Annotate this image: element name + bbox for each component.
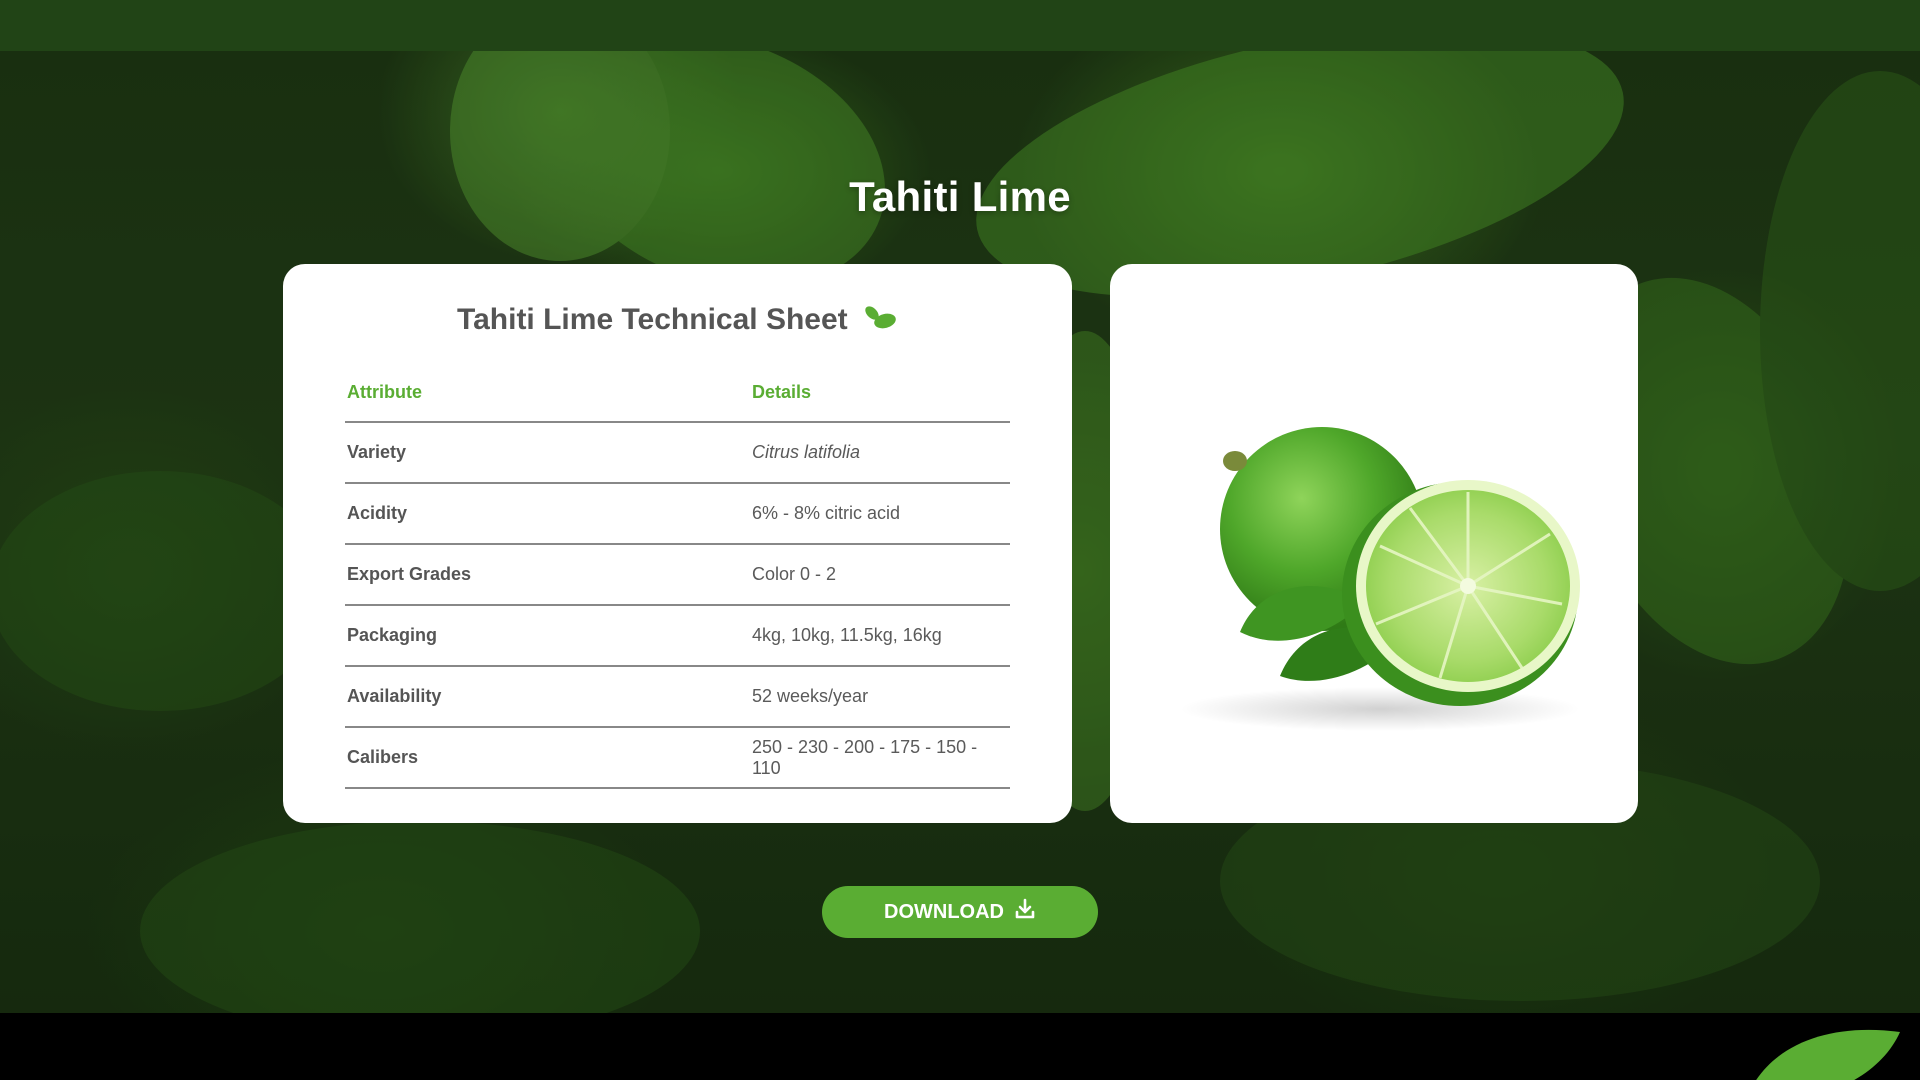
details-cell: 52 weeks/year	[750, 666, 1010, 728]
attribute-cell: Acidity	[345, 483, 750, 545]
spec-table: Attribute Details Variety Citrus latifol…	[345, 364, 1010, 789]
attribute-cell: Export Grades	[345, 544, 750, 606]
download-icon	[1014, 898, 1036, 926]
table-row: Calibers 250 - 230 - 200 - 175 - 150 - 1…	[345, 727, 1010, 789]
details-cell: Citrus latifolia	[750, 422, 1010, 484]
lime-image	[1180, 427, 1580, 731]
sheet-title-text: Tahiti Lime Technical Sheet	[457, 302, 848, 336]
details-cell: 6% - 8% citric acid	[750, 483, 1010, 545]
table-row: Packaging 4kg, 10kg, 11.5kg, 16kg	[345, 605, 1010, 667]
product-image-card	[1110, 264, 1638, 823]
footer	[0, 1013, 1920, 1080]
leaf-icon	[862, 302, 898, 340]
attribute-cell: Availability	[345, 666, 750, 728]
table-header-row: Attribute Details	[345, 364, 1010, 423]
details-cell: 4kg, 10kg, 11.5kg, 16kg	[750, 605, 1010, 667]
table-row: Acidity 6% - 8% citric acid	[345, 483, 1010, 545]
header-details: Details	[750, 364, 1010, 423]
table-row: Variety Citrus latifolia	[345, 422, 1010, 484]
table-row: Availability 52 weeks/year	[345, 666, 1010, 728]
download-label: DOWNLOAD	[884, 900, 1004, 923]
attribute-cell: Packaging	[345, 605, 750, 667]
details-cell: Color 0 - 2	[750, 544, 1010, 606]
attribute-cell: Calibers	[345, 727, 750, 789]
footer-leaf-icon	[1756, 1029, 1900, 1080]
page-title: Tahiti Lime	[849, 173, 1071, 220]
header-attribute: Attribute	[345, 364, 750, 423]
download-button[interactable]: DOWNLOAD	[822, 886, 1098, 938]
sheet-title: Tahiti Lime Technical Sheet	[283, 302, 1072, 340]
top-bar	[0, 0, 1920, 51]
technical-sheet-card: Tahiti Lime Technical Sheet Attribute De…	[283, 264, 1072, 823]
details-cell: 250 - 230 - 200 - 175 - 150 - 110	[750, 727, 1010, 789]
attribute-cell: Variety	[345, 422, 750, 484]
table-row: Export Grades Color 0 - 2	[345, 544, 1010, 606]
